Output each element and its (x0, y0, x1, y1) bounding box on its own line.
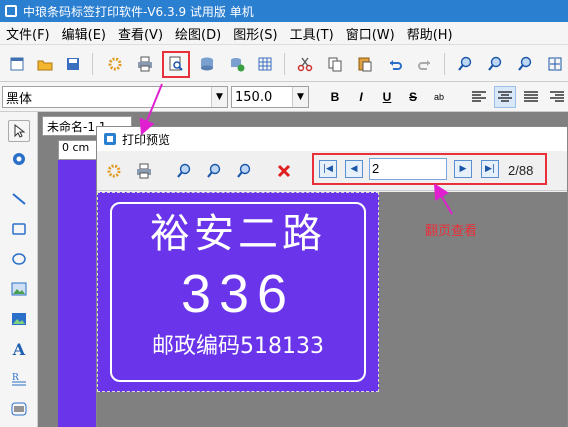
left-toolbox: A R (0, 112, 38, 427)
rich-text-tool-icon[interactable]: R (8, 368, 30, 390)
format-toolbar: 黑体 ▼ 150.0 ▼ B I U S ab (0, 82, 568, 112)
print-icon[interactable] (133, 160, 155, 182)
window-title: 中琅条码标签打印软件-V6.3.9 试用版 单机 (23, 4, 254, 19)
zoom-in-icon[interactable] (173, 160, 195, 182)
special-format-button[interactable]: ab (428, 86, 450, 108)
last-page-icon[interactable]: ▶| (481, 160, 499, 178)
title-bar: 中琅条码标签打印软件-V6.3.9 试用版 单机 (0, 0, 568, 22)
annotation-text: 翻页查看 (425, 224, 478, 239)
app-icon (5, 5, 17, 17)
grid-icon[interactable] (254, 53, 276, 75)
settings-icon[interactable] (104, 53, 126, 75)
fit-page-icon[interactable] (544, 53, 566, 75)
menu-shape[interactable]: 图形(S) (227, 24, 283, 43)
line-tool-icon[interactable] (8, 188, 30, 210)
close-icon[interactable] (273, 160, 295, 182)
main-toolbar (0, 44, 568, 82)
menu-draw[interactable]: 绘图(D) (169, 24, 227, 43)
page-number-input[interactable]: 2 (369, 158, 447, 180)
app-icon (104, 133, 116, 145)
zoom-fit-icon[interactable] (233, 160, 255, 182)
menu-bar: 文件(F) 编辑(E) 查看(V) 绘图(D) 图形(S) 工具(T) 窗口(W… (0, 22, 568, 44)
menu-help[interactable]: 帮助(H) (401, 24, 459, 43)
font-size-select[interactable]: 150.0 ▼ (231, 86, 309, 108)
pointer-icon[interactable] (8, 120, 30, 142)
zoom-in-icon[interactable] (454, 53, 476, 75)
menu-window[interactable]: 窗口(W) (340, 24, 401, 43)
ruler: 0 cm (58, 140, 98, 160)
text-tool-icon[interactable]: A (8, 338, 30, 360)
copy-icon[interactable] (324, 53, 346, 75)
zoom-out-icon[interactable] (203, 160, 225, 182)
print-preview-highlight (162, 51, 190, 78)
address-sign: 裕安二路 336 邮政编码518133 (110, 202, 366, 382)
paste-icon[interactable] (354, 53, 376, 75)
open-icon[interactable] (34, 53, 56, 75)
database-add-icon[interactable] (226, 53, 248, 75)
align-center-icon[interactable] (494, 86, 516, 108)
menu-view[interactable]: 查看(V) (112, 24, 169, 43)
next-page-icon[interactable]: ▶ (454, 160, 472, 178)
database-icon[interactable] (196, 53, 218, 75)
new-icon[interactable] (6, 53, 28, 75)
print-preview-window: 打印预览 |◀ ◀ 2 ▶ ▶| 2/88 裕安二路 336 邮政编码51813… (96, 126, 568, 427)
font-name-select[interactable]: 黑体 ▼ (2, 86, 228, 108)
page-count: 2/88 (508, 163, 534, 178)
house-number: 336 (180, 264, 296, 324)
image-tool-icon[interactable] (8, 278, 30, 300)
font-name-value: 黑体 (6, 91, 33, 107)
ellipse-tool-icon[interactable] (8, 248, 30, 270)
align-right-icon[interactable] (546, 86, 568, 108)
strikethrough-button[interactable]: S (402, 86, 424, 108)
font-size-value: 150.0 (235, 89, 273, 105)
picture-tool-icon[interactable] (8, 308, 30, 330)
postal-code: 邮政编码518133 (152, 334, 324, 359)
previous-page-icon[interactable]: ◀ (345, 160, 363, 178)
menu-file[interactable]: 文件(F) (0, 24, 56, 43)
align-justify-icon[interactable] (520, 86, 542, 108)
preview-title-bar: 打印预览 (97, 127, 567, 151)
chevron-down-icon[interactable]: ▼ (292, 87, 308, 107)
barcode-tool-icon[interactable] (8, 398, 30, 420)
menu-tools[interactable]: 工具(T) (284, 24, 340, 43)
bold-button[interactable]: B (324, 86, 346, 108)
road-name: 裕安二路 (150, 211, 326, 257)
preview-title: 打印预览 (122, 132, 171, 147)
cut-icon[interactable] (294, 53, 316, 75)
italic-button[interactable]: I (350, 86, 372, 108)
undo-icon[interactable] (384, 53, 406, 75)
preview-toolbar: |◀ ◀ 2 ▶ ▶| 2/88 (97, 151, 567, 191)
preview-canvas: 裕安二路 336 邮政编码518133 (97, 192, 567, 427)
align-left-icon[interactable] (468, 86, 490, 108)
zoom-out-icon[interactable] (484, 53, 506, 75)
rectangle-tool-icon[interactable] (8, 218, 30, 240)
chevron-down-icon[interactable]: ▼ (211, 87, 227, 107)
design-label-edge (58, 160, 96, 427)
redo-icon[interactable] (414, 53, 436, 75)
underline-button[interactable]: U (376, 86, 398, 108)
zoom-fit-icon[interactable] (514, 53, 536, 75)
pan-icon[interactable] (8, 148, 30, 170)
settings-icon[interactable] (103, 160, 125, 182)
print-icon[interactable] (134, 53, 156, 75)
first-page-icon[interactable]: |◀ (319, 160, 337, 178)
menu-edit[interactable]: 编辑(E) (56, 24, 112, 43)
label-page: 裕安二路 336 邮政编码518133 (97, 192, 379, 392)
save-icon[interactable] (62, 53, 84, 75)
